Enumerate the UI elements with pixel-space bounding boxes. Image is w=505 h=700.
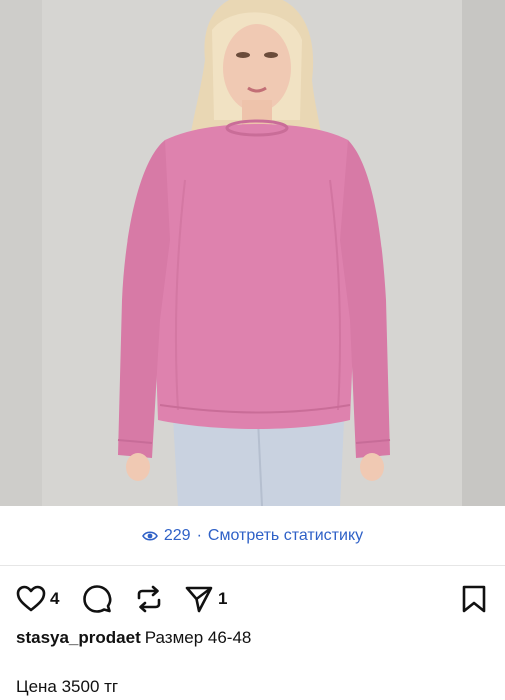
- stats-separator: ·: [196, 526, 202, 544]
- share-count: 1: [218, 589, 228, 608]
- post-screen: 229 · Смотреть статистику 4 1 stasya_pro…: [0, 0, 505, 700]
- like-button[interactable]: 4: [16, 585, 59, 613]
- share-button[interactable]: 1: [184, 584, 227, 614]
- post-photo[interactable]: [0, 0, 505, 506]
- product-photo-illustration: [0, 0, 505, 506]
- repost-icon: [137, 585, 161, 613]
- heart-icon: [16, 585, 46, 612]
- save-button[interactable]: [461, 584, 487, 614]
- view-count: 229: [163, 526, 191, 544]
- like-count: 4: [50, 589, 60, 608]
- view-statistics-link[interactable]: Смотреть статистику: [208, 527, 363, 545]
- caption-username[interactable]: stasya_prodaet: [16, 628, 141, 647]
- send-icon: [185, 586, 213, 613]
- bookmark-icon: [462, 585, 486, 613]
- post-action-bar: 4 1: [0, 578, 505, 620]
- caption-price-line: Цена 3500 тг: [16, 677, 119, 696]
- repost-button[interactable]: [134, 584, 164, 614]
- eye-icon: [141, 530, 158, 541]
- view-stats-bar[interactable]: 229 · Смотреть статистику: [0, 506, 505, 566]
- comment-button[interactable]: [82, 584, 112, 614]
- comment-icon: [83, 585, 112, 613]
- post-caption: stasya_prodaet Размер 46-48: [16, 627, 491, 649]
- caption-text: Размер 46-48: [144, 628, 252, 647]
